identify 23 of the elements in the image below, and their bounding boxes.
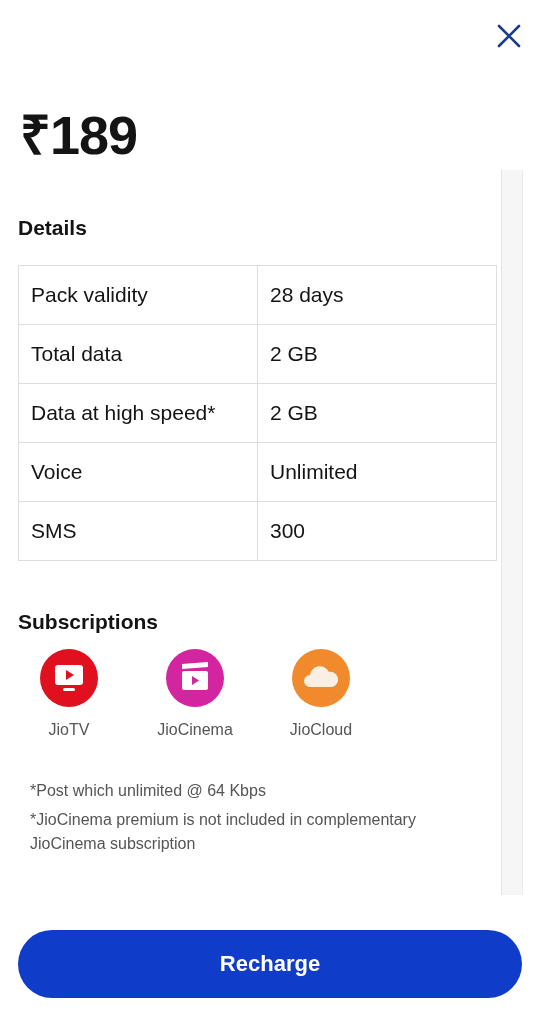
section-title: Subscriptions <box>18 609 160 635</box>
table-cell: SMS <box>18 501 258 561</box>
table-cell: Data at high speed* <box>18 383 258 443</box>
table-cell: 300 <box>257 501 497 561</box>
footnote: *JioCinema premium is not included in complementary JioCinema subscription <box>30 810 417 854</box>
cloud-app-icon[interactable] <box>292 649 350 707</box>
table-cell: 2 GB <box>257 383 497 443</box>
table-cell: Total data <box>18 324 258 384</box>
footnote: *Post which unlimited @ 64 Kbps <box>30 781 267 801</box>
app-name: JioCloud <box>288 721 354 739</box>
table-cell: 2 GB <box>257 324 497 384</box>
table-cell: Voice <box>18 442 258 502</box>
table-cell: Unlimited <box>257 442 497 502</box>
table-cell: 28 days <box>257 265 497 325</box>
table-cell: Pack validity <box>18 265 258 325</box>
section-title: Details <box>18 215 88 241</box>
app-name: JioTV <box>47 721 91 739</box>
recharge-button[interactable]: Recharge <box>18 930 522 998</box>
cinema-app-icon[interactable] <box>166 649 224 707</box>
tv-app-icon[interactable] <box>40 649 98 707</box>
app-name: JioCinema <box>156 721 234 739</box>
close-icon[interactable] <box>495 22 523 50</box>
price: ₹189 <box>20 104 139 167</box>
